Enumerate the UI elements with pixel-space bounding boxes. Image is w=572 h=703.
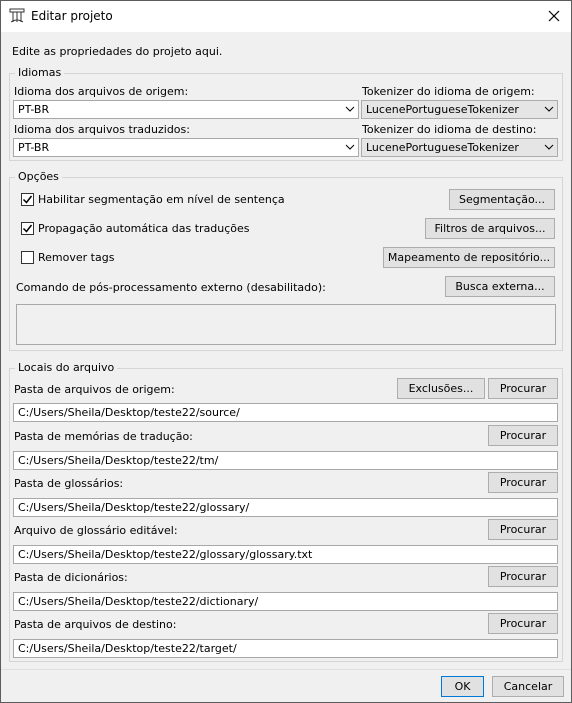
external-search-button[interactable]: Busca externa... xyxy=(445,276,555,297)
file-filters-button[interactable]: Filtros de arquivos... xyxy=(425,218,555,239)
ok-button[interactable]: OK xyxy=(441,676,484,697)
footer-divider xyxy=(1,669,571,670)
auto-propagation-checkbox[interactable] xyxy=(21,222,34,235)
remove-tags-label: Remover tags xyxy=(38,251,115,264)
checkmark-icon xyxy=(22,224,33,233)
intro-text: Edite as propriedades do projeto aqui. xyxy=(12,45,223,58)
exclusions-button[interactable]: Exclusões... xyxy=(397,378,485,399)
file-locations-legend: Locais do arquivo xyxy=(15,361,118,374)
target-language-value: PT-BR xyxy=(18,141,50,154)
target-language-label: Idioma dos arquivos traduzidos: xyxy=(14,123,190,136)
dictionary-folder-label: Pasta de dicionários: xyxy=(14,571,128,584)
browse-target-button[interactable]: Procurar xyxy=(488,613,558,634)
glossary-folder-label: Pasta de glossários: xyxy=(14,477,124,490)
source-tokenizer-combo[interactable]: LucenePortugueseTokenizer xyxy=(361,100,558,119)
source-folder-field[interactable]: C:/Users/Sheila/Desktop/teste22/source/ xyxy=(13,403,558,422)
writable-glossary-field[interactable]: C:/Users/Sheila/Desktop/teste22/glossary… xyxy=(13,545,558,564)
browse-source-button[interactable]: Procurar xyxy=(488,378,558,399)
auto-propagation-label: Propagação automática das traduções xyxy=(38,222,250,235)
chevron-down-icon xyxy=(544,104,554,117)
options-legend: Opções xyxy=(15,170,62,183)
source-language-label: Idioma dos arquivos de origem: xyxy=(14,85,189,98)
cancel-button[interactable]: Cancelar xyxy=(492,676,564,697)
sentence-segmentation-label: Habilitar segmentação em nível de senten… xyxy=(38,193,285,206)
source-language-combo[interactable]: PT-BR xyxy=(13,100,359,119)
close-button[interactable] xyxy=(537,1,571,31)
external-command-label: Comando de pós-processamento externo (de… xyxy=(16,281,326,294)
repository-mapping-button[interactable]: Mapeamento de repositório... xyxy=(383,247,555,268)
title-bar: Editar projeto xyxy=(1,1,571,32)
source-tokenizer-value: LucenePortugueseTokenizer xyxy=(366,103,519,116)
chevron-down-icon xyxy=(345,104,355,117)
target-language-combo[interactable]: PT-BR xyxy=(13,138,359,157)
chevron-down-icon xyxy=(345,142,355,155)
source-language-value: PT-BR xyxy=(18,103,50,116)
target-folder-field[interactable]: C:/Users/Sheila/Desktop/teste22/target/ xyxy=(13,639,558,658)
target-tokenizer-combo[interactable]: LucenePortugueseTokenizer xyxy=(361,138,558,157)
browse-glossary-button[interactable]: Procurar xyxy=(488,472,558,493)
languages-legend: Idiomas xyxy=(15,66,65,79)
edit-project-dialog: Editar projeto Edite as propriedades do … xyxy=(0,0,572,703)
tm-folder-label: Pasta de memórias de tradução: xyxy=(14,430,193,443)
checkmark-icon xyxy=(22,195,33,204)
sentence-segmentation-checkbox[interactable] xyxy=(21,193,34,206)
chevron-down-icon xyxy=(544,142,554,155)
target-folder-label: Pasta de arquivos de destino: xyxy=(14,618,177,631)
omegat-icon xyxy=(9,8,25,27)
target-tokenizer-value: LucenePortugueseTokenizer xyxy=(366,141,519,154)
source-folder-label: Pasta de arquivos de origem: xyxy=(14,383,175,396)
source-tokenizer-label: Tokenizer do idioma de origem: xyxy=(362,85,535,98)
target-tokenizer-label: Tokenizer do idioma de destino: xyxy=(362,123,537,136)
browse-dictionary-button[interactable]: Procurar xyxy=(488,566,558,587)
writable-glossary-label: Arquivo de glossário editável: xyxy=(14,524,178,537)
dictionary-folder-field[interactable]: C:/Users/Sheila/Desktop/teste22/dictiona… xyxy=(13,592,558,611)
remove-tags-checkbox[interactable] xyxy=(21,251,34,264)
external-command-textarea[interactable] xyxy=(16,304,556,345)
segmentation-button[interactable]: Segmentação... xyxy=(449,189,555,210)
glossary-folder-field[interactable]: C:/Users/Sheila/Desktop/teste22/glossary… xyxy=(13,498,558,517)
browse-writable-glossary-button[interactable]: Procurar xyxy=(488,519,558,540)
tm-folder-field[interactable]: C:/Users/Sheila/Desktop/teste22/tm/ xyxy=(13,451,558,470)
window-title: Editar projeto xyxy=(31,9,113,23)
browse-tm-button[interactable]: Procurar xyxy=(488,425,558,446)
close-icon xyxy=(548,10,560,22)
